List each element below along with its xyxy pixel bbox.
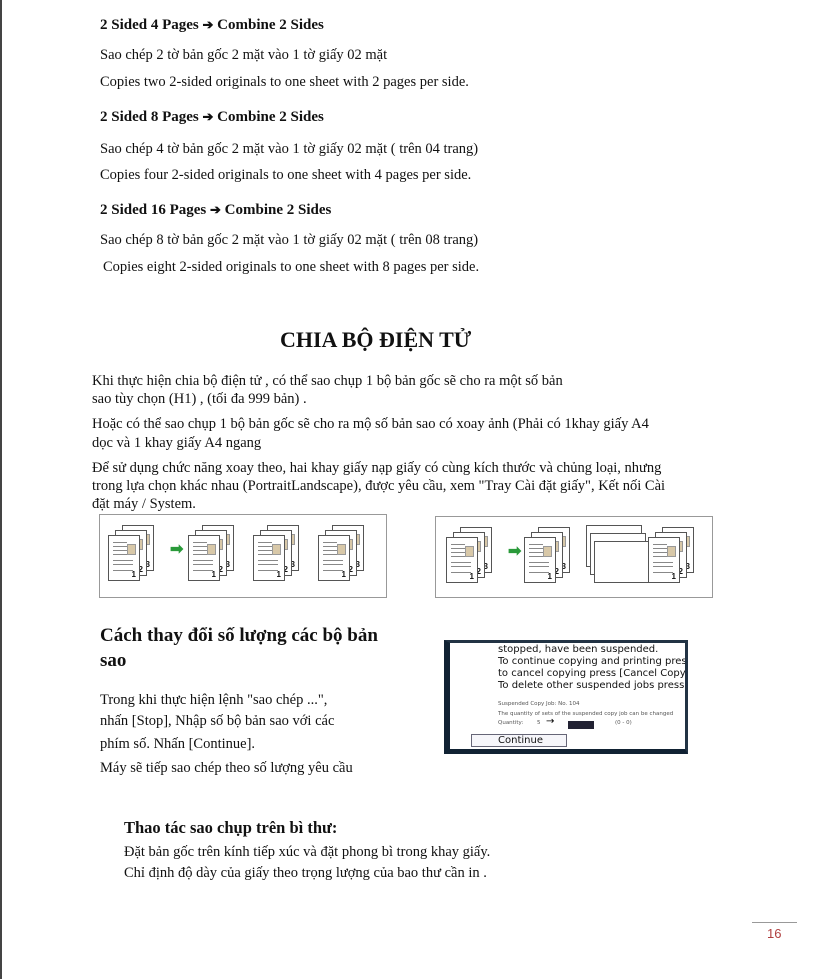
section-heading: 2 Sided 8 Pages ➔ Combine 2 Sides (100, 109, 324, 125)
sort-text: trong lựa chọn khác nhau (PortraitLandsc… (92, 478, 666, 494)
sheet-icon: 1 (253, 535, 285, 581)
landscape-stack-icon (586, 525, 650, 587)
document-page: 2 Sided 4 Pages ➔ Combine 2 Sides Sao ch… (0, 0, 815, 979)
rotate-sort-illustration: 3 2 1 ➡ 3 2 1 3 2 1 (435, 516, 713, 598)
envelope-text: Đặt bản gốc trên kính tiếp xúc và đặt ph… (124, 844, 491, 860)
sheet-icon: 1 (108, 535, 140, 581)
page-stack-icon: 321 (108, 523, 154, 585)
change-text: phím số. Nhấn [Continue]. (100, 736, 256, 752)
change-text: Trong khi thực hiện lệnh "sao chép ...", (100, 692, 328, 708)
sheet-icon: 1 (188, 535, 220, 581)
sort-illustration: 3 2 1 ➡ 3 2 1 3 2 1 3 2 1 (99, 514, 387, 598)
screen-text: To delete other suspended jobs press (498, 680, 685, 691)
page-stack-icon: 321 (318, 523, 364, 585)
sheet-icon: 1 (318, 535, 350, 581)
change-text: nhấn [Stop], Nhập số bộ bản sao với các (100, 713, 335, 729)
change-text: Máy sẽ tiếp sao chép theo số lượng yêu c… (100, 760, 353, 776)
screen-range: (0 - 0) (615, 720, 632, 726)
section-text-en: Copies four 2-sided originals to one she… (100, 167, 472, 183)
screen-text: stopped, have been suspended. (498, 644, 659, 655)
screen-text: To continue copying and printing press (498, 656, 688, 667)
section-text-vi: Sao chép 2 tờ bản gốc 2 mặt vào 1 tờ giấ… (100, 47, 388, 63)
envelope-heading: Thao tác sao chụp trên bì thư: (124, 818, 338, 837)
envelope-text: Chỉ định độ dày của giấy theo trọng lượn… (124, 865, 487, 881)
page-number: 16 (767, 926, 782, 941)
screen-text: to cancel copying press [Cancel Copy (498, 668, 686, 679)
green-arrow-icon: ➡ (508, 543, 522, 560)
sort-text: Để sử dụng chức năng xoay theo, hai khay… (92, 460, 662, 476)
sheet-icon (594, 541, 650, 583)
section-text-en: Copies two 2-sided originals to one shee… (100, 74, 469, 90)
sort-text: dọc và 1 khay giấy A4 ngang (92, 435, 262, 451)
green-arrow-icon: ➡ (170, 541, 184, 558)
section-text-en: Copies eight 2-sided originals to one sh… (103, 259, 480, 275)
change-heading: Cách thay đổi số lượng các bộ bản sao (100, 625, 378, 671)
section-text-vi: Sao chép 8 tờ bản gốc 2 mặt vào 1 tờ giấ… (100, 232, 479, 248)
section-heading: 2 Sided 4 Pages ➔ Combine 2 Sides (100, 17, 324, 33)
sheet-icon: 1 (524, 537, 556, 583)
screen-qty-value: 5 (537, 720, 541, 726)
sort-text: đặt máy / System. (92, 496, 196, 512)
continue-button: Continue (471, 734, 567, 747)
page-stack-icon: 321 (188, 523, 234, 585)
sort-text: Khi thực hiện chia bộ điện tử , có thể s… (92, 373, 563, 389)
screen-note: The quantity of sets of the suspended co… (498, 711, 674, 717)
copier-screen-image: stopped, have been suspended. To continu… (444, 640, 688, 754)
section-heading: 2 Sided 16 Pages ➔ Combine 2 Sides (100, 202, 332, 218)
screen-job: Suspended Copy Job: No. 104 (498, 701, 580, 707)
arrow-icon: → (546, 716, 555, 727)
section-text-vi: Sao chép 4 tờ bản gốc 2 mặt vào 1 tờ giấ… (100, 141, 479, 157)
page-stack-icon: 321 (446, 525, 492, 587)
sort-text: Hoặc có thể sao chụp 1 bộ bản gốc sẽ cho… (92, 416, 649, 432)
sort-text: sao tùy chọn (H1) , (tối đa 999 bản) . (92, 391, 307, 407)
page-stack-icon: 321 (648, 525, 694, 587)
quantity-field (568, 721, 594, 729)
sheet-icon: 1 (446, 537, 478, 583)
footer-divider (752, 922, 797, 923)
page-stack-icon: 321 (524, 525, 570, 587)
sort-title: CHIA BỘ ĐIỆN TỬ (280, 327, 472, 352)
sheet-icon: 1 (648, 537, 680, 583)
screen-qty-label: Quantity: (498, 720, 524, 726)
page-stack-icon: 321 (253, 523, 299, 585)
